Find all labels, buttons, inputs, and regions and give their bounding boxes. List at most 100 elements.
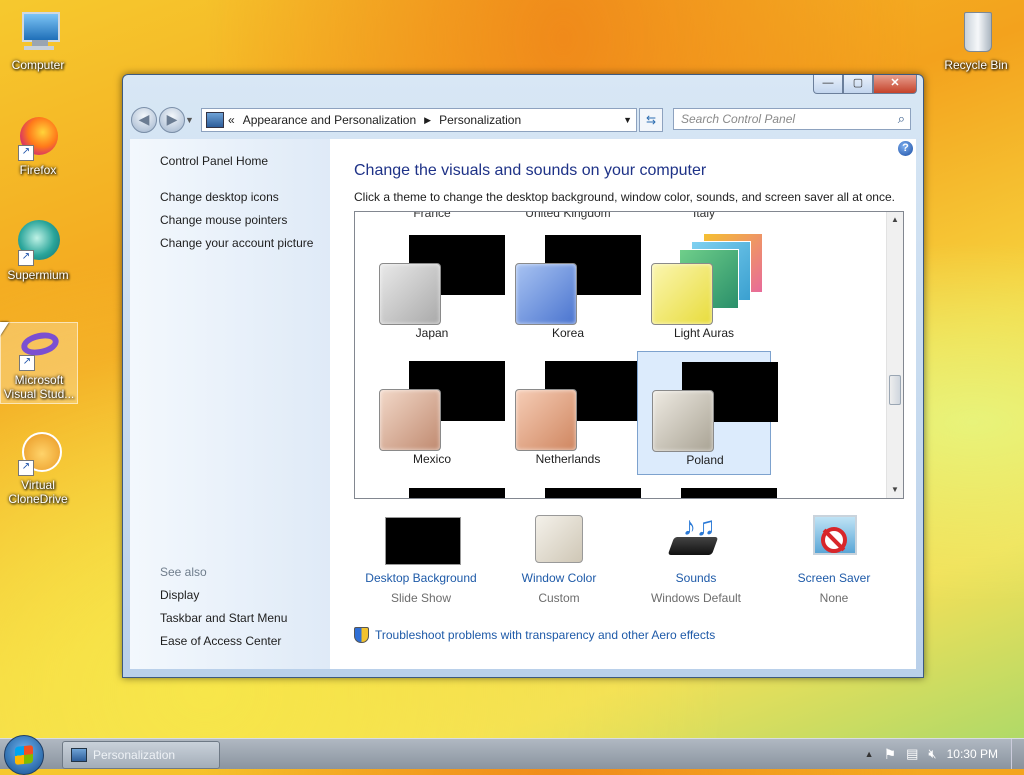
theme-korea[interactable]: Korea: [501, 225, 641, 349]
show-desktop-button[interactable]: [1011, 739, 1024, 769]
theme-label: Light Auras: [673, 326, 735, 340]
close-button[interactable]: ✕: [873, 75, 917, 94]
control-panel-icon: [71, 748, 87, 762]
see-also-label: See also: [160, 565, 207, 579]
sounds-icon: ♪♫: [631, 513, 761, 565]
shortcut-arrow-icon: ↗: [19, 355, 35, 371]
taskbar-start-menu-link[interactable]: Taskbar and Start Menu: [160, 611, 287, 625]
desktop-icon-supermium[interactable]: ↗ Supermium: [0, 218, 76, 282]
theme-background-preview[interactable]: [545, 488, 641, 498]
theme-light-auras[interactable]: Light Auras: [637, 225, 771, 349]
theme-label-partial: United Kingdom: [525, 211, 611, 220]
desktop-icon-firefox[interactable]: ↗ Firefox: [0, 113, 76, 177]
help-icon[interactable]: ?: [898, 141, 913, 156]
volume-muted-icon[interactable]: 🔇︎: [928, 746, 936, 762]
change-account-picture-link[interactable]: Change your account picture: [160, 236, 313, 250]
main-pane: ? Change the visuals and sounds on your …: [330, 139, 916, 669]
start-button[interactable]: [4, 735, 44, 775]
shortcut-arrow-icon: ↗: [18, 460, 34, 476]
personalization-window[interactable]: — ▢ ✕ ◀ ▶ ▼ « Appearance and Personaliza…: [122, 74, 924, 678]
theme-label: Mexico: [412, 452, 451, 466]
desktop-icon-recycle-bin[interactable]: Recycle Bin: [938, 8, 1014, 72]
action-center-flag-icon[interactable]: ⚑: [884, 746, 897, 763]
sounds-link[interactable]: Sounds: [631, 571, 761, 585]
theme-label: Japan: [415, 326, 449, 340]
theme-list-scrollbar[interactable]: ▲ ▼: [886, 212, 903, 498]
theme-label: Korea: [551, 326, 585, 340]
windows-logo-icon: [15, 745, 33, 765]
desktop-icon-label: Microsoft Visual Stud...: [3, 373, 75, 401]
show-hidden-icons-button[interactable]: ▲: [865, 749, 874, 759]
breadcrumb-personalization[interactable]: Personalization: [439, 113, 521, 127]
theme-japan[interactable]: Japan: [365, 225, 505, 349]
scrollbar-thumb[interactable]: [889, 375, 901, 405]
firefox-icon: ↗: [14, 113, 62, 161]
breadcrumb-separator-icon[interactable]: ▶: [424, 115, 431, 126]
computer-icon: [14, 8, 62, 56]
ease-of-access-link[interactable]: Ease of Access Center: [160, 634, 281, 648]
back-button[interactable]: ◀: [131, 107, 157, 133]
search-icon[interactable]: ⌕: [898, 109, 905, 129]
network-icon[interactable]: ▤: [906, 746, 918, 762]
breadcrumb-appearance[interactable]: Appearance and Personalization: [243, 113, 416, 127]
scroll-up-icon[interactable]: ▲: [887, 212, 903, 228]
screen-saver-link[interactable]: Screen Saver: [769, 571, 899, 585]
desktop-icon-virtual-clonedrive[interactable]: ↗ Virtual CloneDrive: [0, 428, 76, 506]
desktop-icon-visual-studio[interactable]: ↗ Microsoft Visual Stud...: [0, 322, 78, 404]
theme-background-preview[interactable]: [409, 488, 505, 498]
desktop-icon-label: Virtual CloneDrive: [8, 478, 68, 506]
search-input[interactable]: Search Control Panel ⌕: [673, 108, 911, 130]
supermium-icon: ↗: [14, 218, 62, 266]
address-dropdown-icon[interactable]: ▼: [623, 115, 632, 125]
taskbar-item-personalization[interactable]: Personalization: [62, 741, 220, 769]
theme-glass-swatch: [651, 263, 713, 325]
window-color-link[interactable]: Window Color: [494, 571, 624, 585]
desktop-background-link[interactable]: Desktop Background: [356, 571, 486, 585]
sounds-value: Windows Default: [650, 591, 742, 605]
theme-list[interactable]: France United Kingdom Italy Japan Korea: [354, 211, 904, 499]
theme-glass-swatch: [515, 263, 577, 325]
sounds-item[interactable]: ♪♫ Sounds Windows Default: [631, 513, 761, 605]
desktop-icon-label: Recycle Bin: [944, 58, 1008, 72]
theme-glass-swatch: [379, 263, 441, 325]
window-color-item[interactable]: Window Color Custom: [494, 513, 624, 605]
forward-button[interactable]: ▶: [159, 107, 185, 133]
display-link[interactable]: Display: [160, 588, 199, 602]
screen-saver-icon: [769, 513, 899, 565]
shield-icon: [354, 627, 369, 643]
theme-background-preview[interactable]: [681, 488, 777, 498]
troubleshoot-link[interactable]: Troubleshoot problems with transparency …: [354, 627, 715, 643]
screen-saver-value: None: [819, 591, 849, 605]
taskbar: Personalization ▲ ⚑ ▤ 🔇︎ 10:30 PM: [0, 735, 1024, 775]
scroll-down-icon[interactable]: ▼: [887, 482, 903, 498]
theme-glass-swatch: [379, 389, 441, 451]
troubleshoot-text[interactable]: Troubleshoot problems with transparency …: [375, 628, 715, 642]
theme-label-partial: France: [413, 211, 451, 220]
desktop-icon-computer[interactable]: Computer: [0, 8, 76, 72]
change-desktop-icons-link[interactable]: Change desktop icons: [160, 190, 279, 204]
shortcut-arrow-icon: ↗: [18, 145, 34, 161]
recent-pages-dropdown[interactable]: ▼: [185, 115, 194, 125]
navigation-bar: ◀ ▶ ▼ « Appearance and Personalization ▶…: [131, 106, 913, 133]
theme-mexico[interactable]: Mexico: [365, 351, 505, 475]
theme-poland[interactable]: Poland: [637, 351, 778, 475]
desktop-background-item[interactable]: Desktop Background Slide Show: [356, 513, 486, 605]
screen-saver-item[interactable]: Screen Saver None: [769, 513, 899, 605]
theme-netherlands[interactable]: Netherlands: [501, 351, 641, 475]
theme-settings-row: Desktop Background Slide Show Window Col…: [354, 513, 902, 613]
control-panel-home-link[interactable]: Control Panel Home: [160, 154, 268, 168]
window-client-area: Control Panel Home Change desktop icons …: [130, 139, 916, 669]
clock[interactable]: 10:30 PM: [947, 747, 998, 761]
minimize-button[interactable]: —: [813, 75, 843, 94]
left-pane: Control Panel Home Change desktop icons …: [130, 139, 330, 669]
shortcut-arrow-icon: ↗: [18, 250, 34, 266]
control-panel-icon: [206, 112, 224, 128]
window-color-icon: [494, 513, 624, 565]
refresh-button[interactable]: ⇆: [639, 108, 663, 132]
change-mouse-pointers-link[interactable]: Change mouse pointers: [160, 213, 287, 227]
breadcrumb-overflow[interactable]: «: [228, 113, 235, 127]
address-bar[interactable]: « Appearance and Personalization ▶ Perso…: [201, 108, 637, 132]
page-title: Change the visuals and sounds on your co…: [354, 162, 707, 179]
maximize-button[interactable]: ▢: [843, 75, 873, 94]
visual-studio-icon: ↗: [15, 323, 63, 371]
